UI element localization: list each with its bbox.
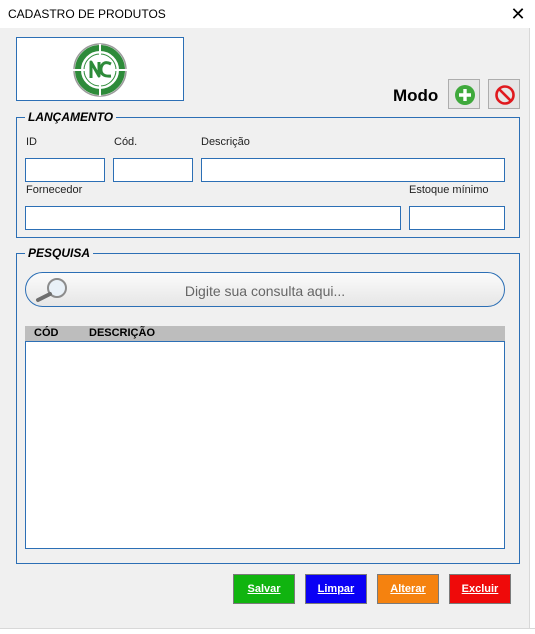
clear-button[interactable]: Limpar: [305, 574, 367, 604]
cod-field[interactable]: [113, 158, 193, 182]
search-input[interactable]: Digite sua consulta aqui...: [25, 272, 505, 307]
search-placeholder: Digite sua consulta aqui...: [184, 283, 346, 299]
prohibited-icon: [495, 85, 515, 105]
id-field[interactable]: [25, 158, 105, 182]
cancel-mode-button[interactable]: [488, 79, 520, 109]
estoque-minimo-field[interactable]: [409, 206, 505, 230]
plus-circle-icon: [455, 85, 475, 105]
estoque-minimo-label: Estoque mínimo: [409, 184, 489, 196]
results-header: CÓD DESCRIÇÃO: [25, 326, 505, 341]
id-label: ID: [26, 136, 37, 148]
close-icon[interactable]: ✕: [505, 2, 531, 26]
edit-button[interactable]: Alterar: [377, 574, 439, 604]
pesquisa-legend: PESQUISA: [28, 246, 91, 260]
delete-button[interactable]: Excluir: [449, 574, 511, 604]
bottom-edge: [0, 628, 535, 634]
mode-label: Modo: [393, 86, 439, 105]
column-header-cod: CÓD: [34, 327, 59, 339]
north-cross-logo: [73, 43, 127, 97]
window-title: CADASTRO DE PRODUTOS: [8, 7, 166, 21]
fornecedor-field[interactable]: [25, 206, 401, 230]
logo-panel: [16, 37, 184, 101]
fornecedor-label: Fornecedor: [26, 184, 83, 196]
title-bar: CADASTRO DE PRODUTOS ✕: [0, 0, 535, 28]
right-edge: [529, 28, 535, 628]
descricao-label: Descrição: [201, 136, 250, 148]
cod-label: Cód.: [114, 136, 138, 148]
lancamento-legend: LANÇAMENTO: [28, 110, 114, 124]
column-header-descricao: DESCRIÇÃO: [89, 327, 156, 339]
save-button[interactable]: Salvar: [233, 574, 295, 604]
new-mode-button[interactable]: [448, 79, 480, 109]
results-list[interactable]: [25, 341, 505, 549]
descricao-field[interactable]: [201, 158, 505, 182]
